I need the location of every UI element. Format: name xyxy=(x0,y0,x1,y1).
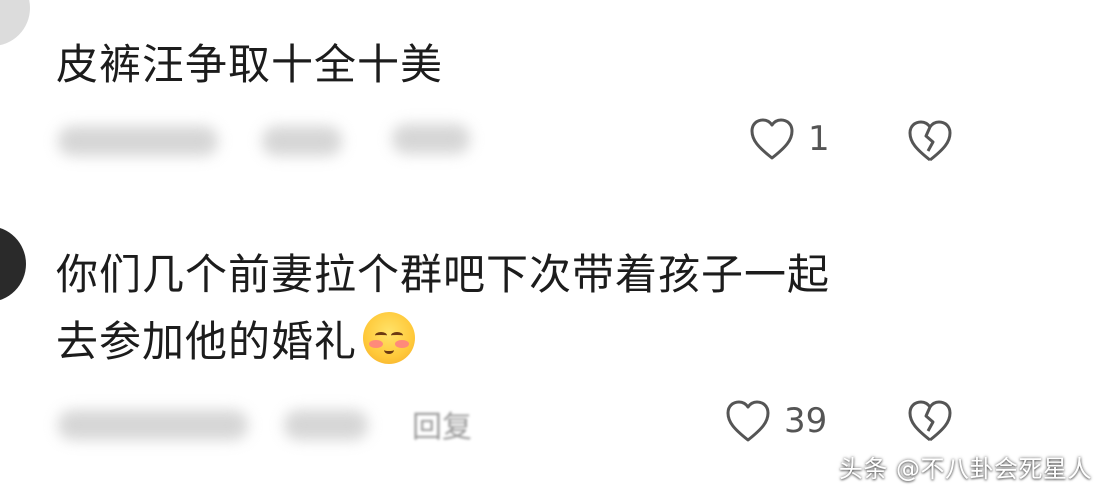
broken-heart-icon xyxy=(906,398,954,444)
broken-heart-icon xyxy=(906,118,954,164)
blurred-username xyxy=(58,126,218,156)
like-button[interactable]: 1 xyxy=(748,116,830,162)
heart-outline-icon xyxy=(724,398,772,444)
comment-text: 皮裤汪争取十全十美 xyxy=(56,40,444,89)
dislike-button[interactable] xyxy=(906,118,954,164)
blurred-timestamp xyxy=(262,126,342,156)
dislike-button[interactable] xyxy=(906,398,954,444)
like-count: 39 xyxy=(784,401,828,441)
reply-button[interactable]: 回复 xyxy=(412,402,472,446)
like-count: 1 xyxy=(808,119,830,159)
blurred-username xyxy=(58,410,248,440)
like-button[interactable]: 39 xyxy=(724,398,827,444)
comment-line-2: 去参加他的婚礼 xyxy=(56,312,830,371)
blurred-reply xyxy=(392,124,470,154)
avatar[interactable] xyxy=(0,226,26,302)
heart-outline-icon xyxy=(748,116,796,162)
blurred-timestamp xyxy=(284,410,368,440)
comment-text: 你们几个前妻拉个群吧下次带着孩子一起 去参加他的婚礼 xyxy=(56,246,830,371)
avatar[interactable] xyxy=(0,0,30,46)
smirk-blush-emoji-icon xyxy=(363,312,416,364)
watermark: 头条 @不八卦会死星人 xyxy=(838,455,1092,483)
comment-line-1: 你们几个前妻拉个群吧下次带着孩子一起 xyxy=(56,250,831,299)
